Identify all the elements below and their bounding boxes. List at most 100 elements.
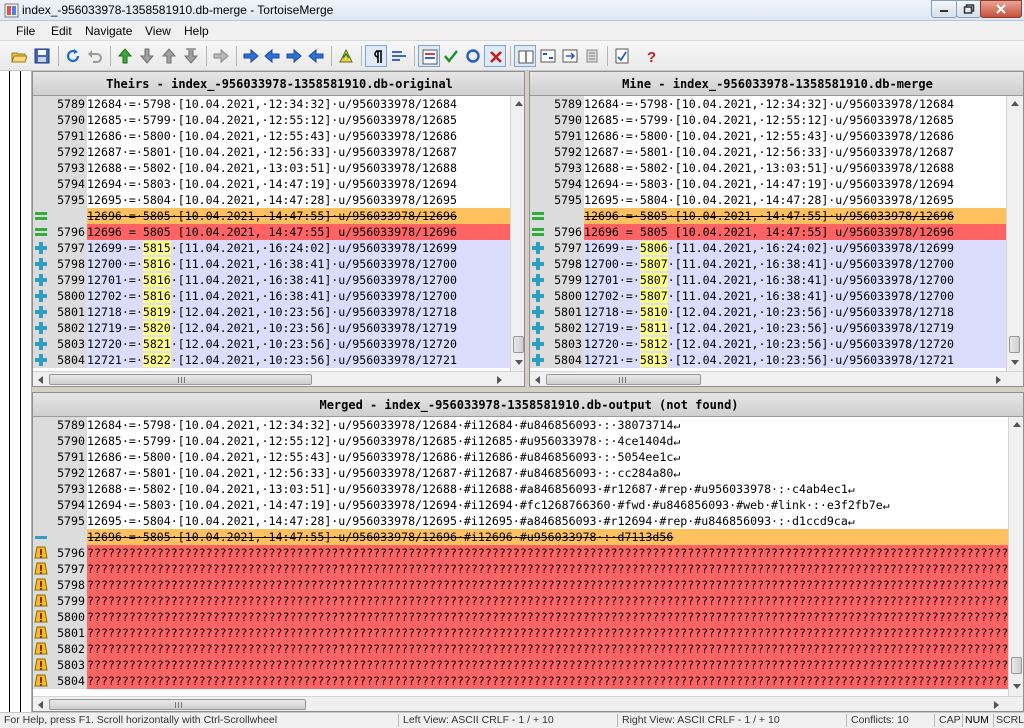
previous-difference-button[interactable] — [158, 45, 180, 67]
next-edited-button[interactable] — [283, 45, 305, 67]
diff-line[interactable]: 5789 12684·=·5798·[10.04.2021,·12:34:32]·… — [33, 417, 1008, 433]
diff-line[interactable]: 5804 12721·=·5813·[12.04.2021,·10:23:56]·… — [530, 352, 1006, 368]
diff-line[interactable]: 5803 12720·=·5821·[12.04.2021,·10:23:56]·… — [33, 336, 510, 352]
filter-button[interactable] — [335, 45, 357, 67]
diff-line[interactable]: 5790 12685·=·5799·[10.04.2021,·12:55:12]·… — [33, 433, 1008, 449]
inline-diff-button[interactable] — [388, 45, 410, 67]
diff-line[interactable]: 5792 12687·=·5801·[10.04.2021,·12:56:33]·… — [33, 144, 510, 160]
diff-line[interactable]: 12696·=·5805·[10.04.2021,·14:47:55]·u/95… — [33, 208, 510, 224]
merged-pane-content[interactable]: 5789 12684·=·5798·[10.04.2021,·12:34:32]·… — [33, 417, 1008, 697]
line-number: 5793 — [57, 482, 85, 496]
diff-line[interactable]: 5797 12699·=·5815·[11.04.2021,·16:24:02]·… — [33, 240, 510, 256]
diff-line[interactable]: 5798????????????????????????????????????… — [33, 577, 1008, 593]
line-text: 12686·=·5800·[10.04.2021,·12:55:43]·u/95… — [87, 449, 1008, 465]
diff-line[interactable]: 5793 12688·=·5802·[10.04.2021,·13:03:51]·… — [33, 481, 1008, 497]
diff-line[interactable]: 5802 12719·=·5820·[12.04.2021,·10:23:56]·… — [33, 320, 510, 336]
merged-vertical-scrollbar[interactable] — [1008, 417, 1023, 697]
diff-line[interactable]: 5794 12694·=·5803·[10.04.2021,·14:47:19]·… — [530, 176, 1006, 192]
diff-line[interactable]: 5795 12695·=·5804·[10.04.2021,·14:47:28]·… — [33, 513, 1008, 529]
diff-line[interactable]: 5803????????????????????????????????????… — [33, 657, 1008, 673]
diff-line[interactable]: 5799 12701·=·5816·[11.04.2021,·16:38:41]·… — [33, 272, 510, 288]
diff-line[interactable]: 5797????????????????????????????????????… — [33, 561, 1008, 577]
inline-change-highlight: 5810 — [639, 305, 668, 319]
three-pane-view-button[interactable] — [559, 45, 581, 67]
settings-button[interactable] — [611, 45, 633, 67]
previous-conflict-button[interactable] — [261, 45, 283, 67]
diff-line[interactable]: 5804????????????????????????????????????… — [33, 673, 1008, 689]
theirs-horizontal-scrollbar[interactable] — [33, 371, 524, 386]
diff-line[interactable]: 5802????????????????????????????????????… — [33, 641, 1008, 657]
diff-line[interactable]: 5789 12684·=·5798·[10.04.2021,·12:34:32]·… — [33, 96, 510, 112]
diff-line[interactable]: 5795 12695·=·5804·[10.04.2021,·14:47:28]·… — [33, 192, 510, 208]
help-button[interactable]: ? — [641, 45, 663, 67]
diff-line[interactable]: 5800 12702·=·5807·[11.04.2021,·16:38:41]·… — [530, 288, 1006, 304]
diff-line[interactable]: 5793 12688·=·5802·[10.04.2021,·13:03:51]·… — [530, 160, 1006, 176]
mine-vertical-scrollbar[interactable] — [1006, 96, 1023, 372]
menu-help[interactable]: Help — [184, 24, 209, 38]
diff-line[interactable]: 5791 12686·=·5800·[10.04.2021,·12:55:43]·… — [530, 128, 1006, 144]
undo-button[interactable] — [84, 45, 106, 67]
mine-horizontal-scrollbar[interactable] — [530, 371, 1023, 386]
theirs-vertical-scrollbar[interactable] — [510, 96, 524, 372]
diff-line[interactable]: 5801 12718·=·5819·[12.04.2021,·10:23:56]·… — [33, 304, 510, 320]
minimize-button[interactable] — [931, 0, 957, 18]
diff-line[interactable]: 5793 12688·=·5802·[10.04.2021,·13:03:51]·… — [33, 160, 510, 176]
diff-line[interactable]: 5798 12700·=·5807·[11.04.2021,·16:38:41]·… — [530, 256, 1006, 272]
diff-line[interactable]: 5791 12686·=·5800·[10.04.2021,·12:55:43]·… — [33, 128, 510, 144]
mine-pane-content[interactable]: 5789 12684·=·5798·[10.04.2021,·12:34:32]·… — [530, 96, 1006, 371]
diff-line[interactable]: 5792 12687·=·5801·[10.04.2021,·12:56:33]·… — [33, 465, 1008, 481]
last-difference-button[interactable] — [180, 45, 202, 67]
diff-line[interactable]: 5790 12685·=·5799·[10.04.2021,·12:55:12]·… — [33, 112, 510, 128]
collapse-button[interactable] — [581, 45, 603, 67]
line-text: 12685·=·5799·[10.04.2021,·12:55:12]·u/95… — [87, 112, 510, 128]
menu-navigate[interactable]: Navigate — [85, 24, 132, 38]
diff-line[interactable]: 5798 12700·=·5816·[11.04.2021,·16:38:41]·… — [33, 256, 510, 272]
menu-file[interactable]: File — [16, 24, 35, 38]
whitespace-button[interactable] — [365, 45, 387, 67]
diff-line[interactable]: 5795 12695·=·5804·[10.04.2021,·14:47:28]·… — [530, 192, 1006, 208]
diff-line[interactable]: 5799 12701·=·5807·[11.04.2021,·16:38:41]·… — [530, 272, 1006, 288]
diff-line[interactable]: 5794 12694·=·5803·[10.04.2021,·14:47:19]·… — [33, 497, 1008, 513]
diff-line[interactable]: 5790 12685·=·5799·[10.04.2021,·12:55:12]·… — [530, 112, 1006, 128]
reload-button[interactable] — [62, 45, 84, 67]
two-pane-view-button[interactable] — [537, 45, 559, 67]
diff-line[interactable]: 5802 12719·=·5811·[12.04.2021,·10:23:56]·… — [530, 320, 1006, 336]
diff-line[interactable]: 5796 12696 = 5805 [10.04.2021, 14:47:55] … — [530, 224, 1006, 240]
diff-line[interactable]: 5796 12696 = 5805 [10.04.2021, 14:47:55] … — [33, 224, 510, 240]
one-pane-view-button[interactable] — [514, 45, 536, 67]
diff-line[interactable]: 12696·=·5805·[10.04.2021,·14:47:55]·u/95… — [33, 529, 1008, 545]
diff-line[interactable]: 12696·=·5805·[10.04.2021,·14:47:55]·u/95… — [530, 208, 1006, 224]
diff-line[interactable]: 5804 12721·=·5822·[12.04.2021,·10:23:56]·… — [33, 352, 510, 368]
diff-line[interactable]: 5800 12702·=·5816·[11.04.2021,·16:38:41]·… — [33, 288, 510, 304]
theirs-pane-content[interactable]: 5789 12684·=·5798·[10.04.2021,·12:34:32]·… — [33, 96, 510, 371]
menu-edit[interactable]: Edit — [51, 24, 72, 38]
diff-line[interactable]: 5794 12694·=·5803·[10.04.2021,·14:47:19]·… — [33, 176, 510, 192]
mark-resolved-button[interactable] — [440, 45, 462, 67]
diff-line[interactable]: 5796????????????????????????????????????… — [33, 545, 1008, 561]
diff-line[interactable]: 5803 12720·=·5812·[12.04.2021,·10:23:56]·… — [530, 336, 1006, 352]
diff-line[interactable]: 5789 12684·=·5798·[10.04.2021,·12:34:32]·… — [530, 96, 1006, 112]
merged-horizontal-scrollbar[interactable] — [33, 696, 1023, 711]
open-button[interactable] — [8, 45, 30, 67]
line-diff-button[interactable] — [418, 45, 440, 67]
restore-button[interactable] — [956, 0, 981, 18]
diff-line[interactable]: 5797 12699·=·5806·[11.04.2021,·16:24:02]·… — [530, 240, 1006, 256]
diff-line[interactable]: 5800????????????????????????????????????… — [33, 609, 1008, 625]
save-button[interactable] — [31, 45, 53, 67]
next-conflict-button[interactable] — [240, 45, 262, 67]
next-difference-button[interactable] — [136, 45, 158, 67]
reject-button[interactable] — [484, 45, 506, 67]
location-bar[interactable] — [0, 71, 32, 712]
use-block-button[interactable] — [462, 45, 484, 67]
next-inline-difference-button[interactable] — [210, 45, 232, 67]
diff-line[interactable]: 5801 12718·=·5810·[12.04.2021,·10:23:56]·… — [530, 304, 1006, 320]
diff-line[interactable]: 5792 12687·=·5801·[10.04.2021,·12:56:33]·… — [530, 144, 1006, 160]
previous-edited-button[interactable] — [305, 45, 327, 67]
diff-line[interactable]: 5791 12686·=·5800·[10.04.2021,·12:55:43]·… — [33, 449, 1008, 465]
menu-view[interactable]: View — [145, 24, 171, 38]
close-button[interactable] — [980, 0, 1022, 18]
diff-line[interactable]: 5799????????????????????????????????????… — [33, 593, 1008, 609]
line-number: 5794 — [554, 177, 582, 191]
first-difference-button[interactable] — [114, 45, 136, 67]
diff-line[interactable]: 5801????????????????????????????????????… — [33, 625, 1008, 641]
